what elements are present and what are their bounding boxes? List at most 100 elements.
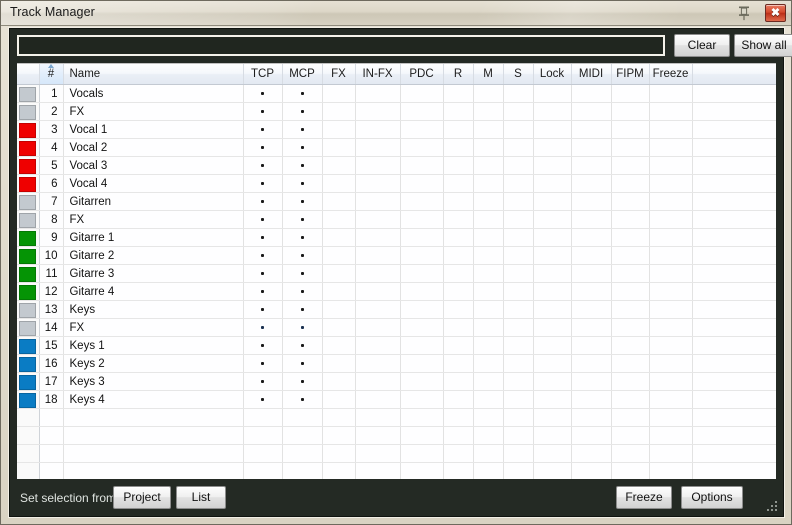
cell-s[interactable] <box>503 228 534 247</box>
column-header-m[interactable]: M <box>473 64 504 85</box>
cell-s[interactable] <box>503 102 534 121</box>
cell-fx[interactable] <box>322 84 356 103</box>
cell-freeze[interactable] <box>649 318 693 337</box>
cell-r[interactable] <box>443 210 474 229</box>
track-color-swatch-cell[interactable] <box>17 102 40 121</box>
cell-freeze[interactable] <box>649 138 693 157</box>
cell-midi[interactable] <box>571 174 612 193</box>
cell-freeze[interactable] <box>649 282 693 301</box>
cell-infx[interactable] <box>355 192 401 211</box>
cell-lock[interactable] <box>533 156 572 175</box>
set-from-project-button[interactable]: Project <box>113 486 171 509</box>
cell-freeze[interactable] <box>649 120 693 139</box>
cell-fx[interactable] <box>322 300 356 319</box>
cell-m[interactable] <box>473 300 504 319</box>
cell-fipm[interactable] <box>611 264 650 283</box>
column-header-filler[interactable] <box>692 64 776 85</box>
cell-freeze[interactable] <box>649 246 693 265</box>
cell-fx[interactable] <box>322 390 356 409</box>
cell-m[interactable] <box>473 372 504 391</box>
cell-s[interactable] <box>503 318 534 337</box>
track-color-swatch[interactable] <box>19 212 37 228</box>
track-color-swatch[interactable] <box>19 356 37 372</box>
cell-fx[interactable] <box>322 336 356 355</box>
cell-pdc[interactable] <box>400 390 444 409</box>
cell-mcp[interactable] <box>282 138 323 157</box>
cell-r[interactable] <box>443 336 474 355</box>
cell-s[interactable] <box>503 174 534 193</box>
search-input[interactable] <box>17 35 665 56</box>
cell-midi[interactable] <box>571 354 612 373</box>
cell-s[interactable] <box>503 300 534 319</box>
cell-m[interactable] <box>473 174 504 193</box>
cell-m[interactable] <box>473 336 504 355</box>
cell-m[interactable] <box>473 228 504 247</box>
track-color-swatch-cell[interactable] <box>17 210 40 229</box>
cell-pdc[interactable] <box>400 138 444 157</box>
column-header-name[interactable]: Name <box>63 64 244 85</box>
cell-pdc[interactable] <box>400 246 444 265</box>
column-header-r[interactable]: R <box>443 64 474 85</box>
cell-s[interactable] <box>503 120 534 139</box>
cell-s[interactable] <box>503 246 534 265</box>
show-all-button[interactable]: Show all <box>734 34 792 57</box>
cell-freeze[interactable] <box>649 228 693 247</box>
cell-freeze[interactable] <box>649 174 693 193</box>
cell-infx[interactable] <box>355 102 401 121</box>
cell-tcp[interactable] <box>243 390 283 409</box>
cell-fipm[interactable] <box>611 390 650 409</box>
cell-pdc[interactable] <box>400 228 444 247</box>
cell-mcp[interactable] <box>282 102 323 121</box>
track-color-swatch[interactable] <box>19 122 37 138</box>
cell-freeze[interactable] <box>649 336 693 355</box>
cell-pdc[interactable] <box>400 120 444 139</box>
cell-pdc[interactable] <box>400 156 444 175</box>
cell-mcp[interactable] <box>282 300 323 319</box>
cell-r[interactable] <box>443 156 474 175</box>
cell-fipm[interactable] <box>611 318 650 337</box>
cell-r[interactable] <box>443 246 474 265</box>
cell-s[interactable] <box>503 282 534 301</box>
table-row[interactable]: 1 Vocals <box>17 84 776 103</box>
track-color-swatch[interactable] <box>19 176 37 192</box>
column-header-pdc[interactable]: PDC <box>400 64 444 85</box>
empty-table-row[interactable] <box>17 444 776 463</box>
cell-lock[interactable] <box>533 210 572 229</box>
cell-m[interactable] <box>473 120 504 139</box>
cell-r[interactable] <box>443 318 474 337</box>
track-color-swatch-cell[interactable] <box>17 300 40 319</box>
table-row[interactable]: 12 Gitarre 4 <box>17 282 776 301</box>
cell-midi[interactable] <box>571 318 612 337</box>
cell-lock[interactable] <box>533 84 572 103</box>
cell-infx[interactable] <box>355 390 401 409</box>
cell-fipm[interactable] <box>611 192 650 211</box>
table-row[interactable]: 18 Keys 4 <box>17 390 776 409</box>
freeze-button[interactable]: Freeze <box>616 486 672 509</box>
track-color-swatch[interactable] <box>19 104 37 120</box>
cell-tcp[interactable] <box>243 318 283 337</box>
cell-mcp[interactable] <box>282 210 323 229</box>
cell-infx[interactable] <box>355 210 401 229</box>
cell-lock[interactable] <box>533 192 572 211</box>
empty-table-row[interactable] <box>17 462 776 479</box>
cell-pdc[interactable] <box>400 84 444 103</box>
cell-fipm[interactable] <box>611 336 650 355</box>
track-color-swatch[interactable] <box>19 284 37 300</box>
cell-mcp[interactable] <box>282 192 323 211</box>
cell-mcp[interactable] <box>282 372 323 391</box>
table-row[interactable]: 4 Vocal 2 <box>17 138 776 157</box>
cell-infx[interactable] <box>355 264 401 283</box>
cell-r[interactable] <box>443 102 474 121</box>
cell-midi[interactable] <box>571 390 612 409</box>
cell-lock[interactable] <box>533 120 572 139</box>
cell-r[interactable] <box>443 228 474 247</box>
cell-infx[interactable] <box>355 372 401 391</box>
track-color-swatch[interactable] <box>19 86 37 102</box>
cell-freeze[interactable] <box>649 156 693 175</box>
cell-midi[interactable] <box>571 246 612 265</box>
cell-lock[interactable] <box>533 318 572 337</box>
cell-m[interactable] <box>473 246 504 265</box>
cell-freeze[interactable] <box>649 192 693 211</box>
track-color-swatch[interactable] <box>19 158 37 174</box>
cell-m[interactable] <box>473 264 504 283</box>
